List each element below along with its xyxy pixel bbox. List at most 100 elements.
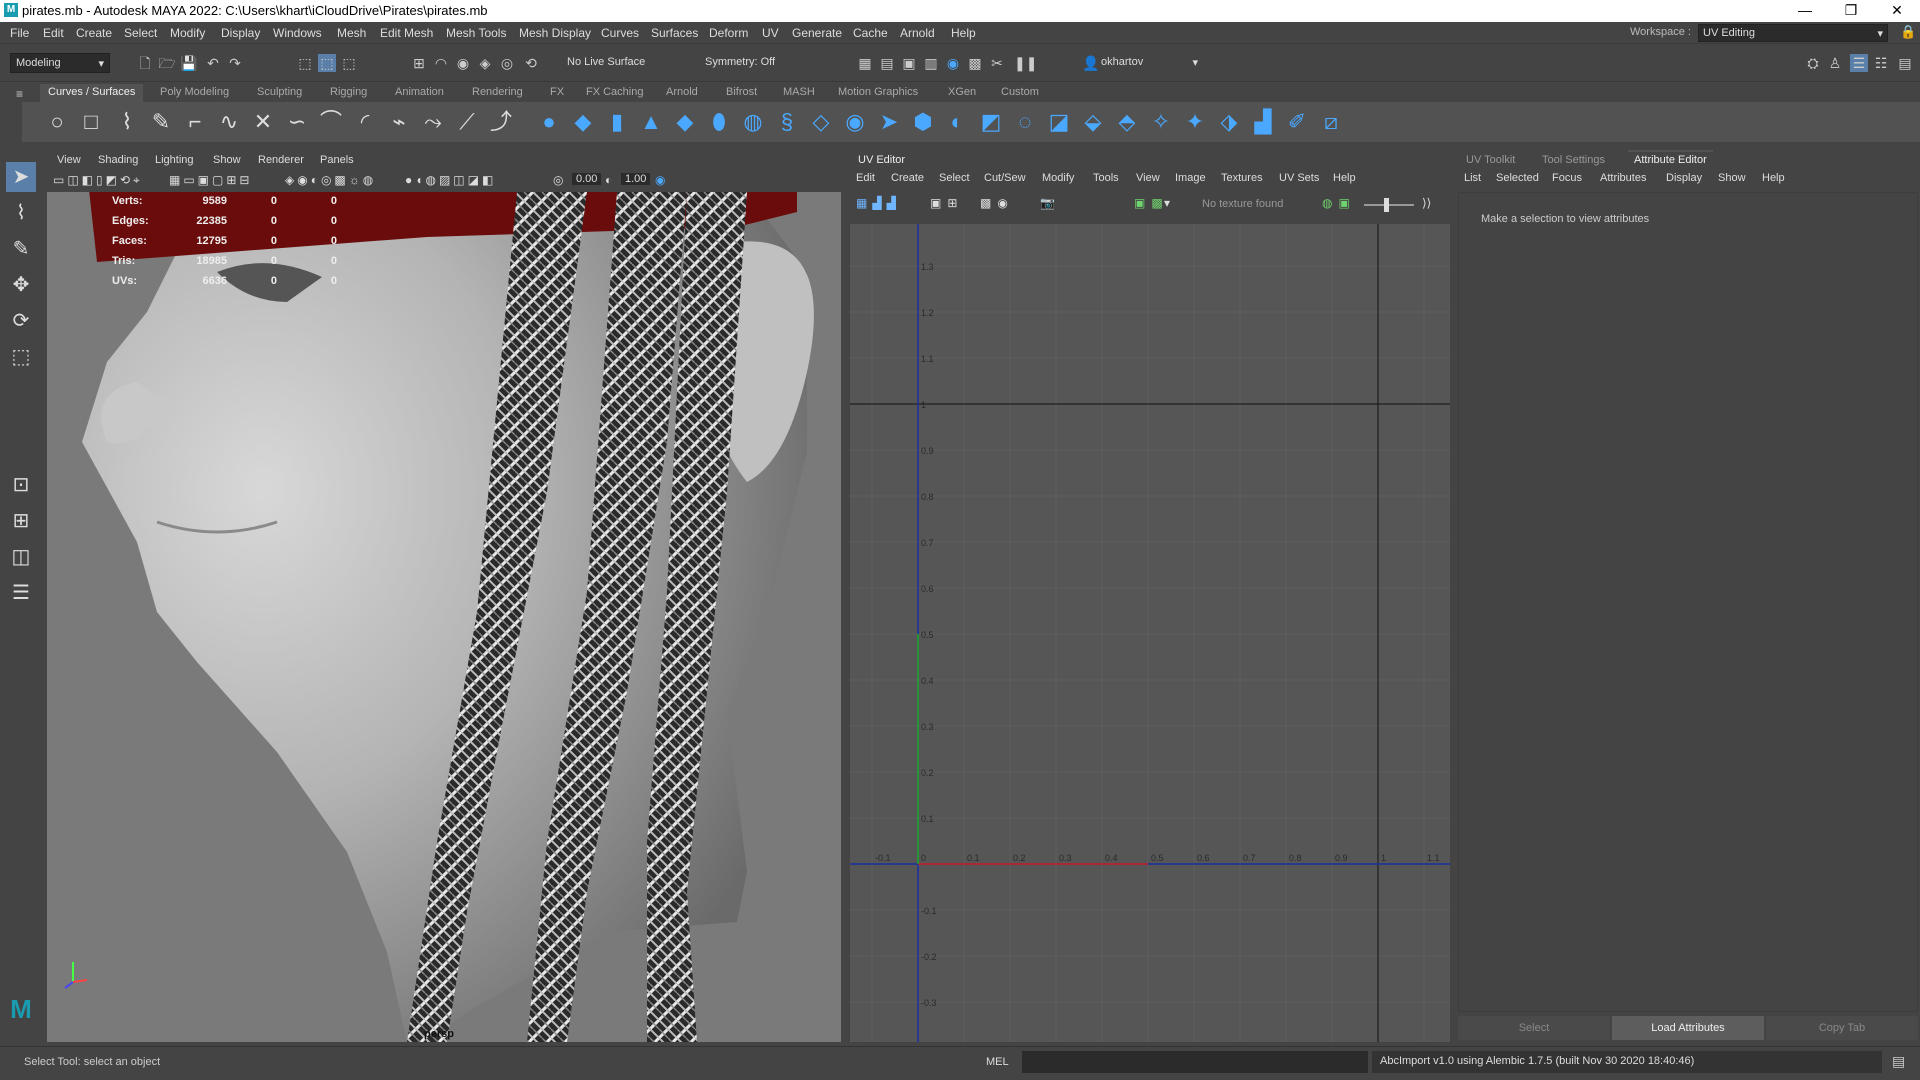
render-view-icon[interactable]: ▥ [922, 54, 940, 72]
curve-intersect-icon[interactable]: ✕ [250, 109, 276, 135]
menu-mesh-tools[interactable]: Mesh Tools [446, 26, 506, 40]
select-tool-icon[interactable]: ➤ [6, 162, 36, 192]
grid-display-icon[interactable]: ▦▭▣▢⊞⊟ [169, 173, 252, 187]
shelf-tab-rendering[interactable]: Rendering [464, 84, 531, 102]
user-dropdown[interactable]: okhartov ▾ [1096, 53, 1200, 73]
uv-menu-edit[interactable]: Edit [856, 172, 875, 184]
viewport-menu-show[interactable]: Show [213, 154, 241, 166]
viewport-panel[interactable]: View Shading Lighting Show Renderer Pane… [47, 152, 841, 1042]
untrim-icon[interactable]: ⬘ [1114, 109, 1140, 135]
human-ik-icon[interactable]: ♙ [1826, 54, 1844, 72]
close-button[interactable]: ✕ [1874, 0, 1920, 22]
exposure-field[interactable]: 0.00 [572, 173, 602, 185]
rebuild-curve-icon[interactable]: ⌁ [386, 109, 412, 135]
snap-surface-icon[interactable]: ◎ [498, 54, 516, 72]
uv-toolbar-more-icon[interactable]: ⟩⟩ [1422, 196, 1431, 210]
menu-cache[interactable]: Cache [853, 26, 888, 40]
align-surface-icon[interactable]: ⬗ [1216, 109, 1242, 135]
trim-tool-icon[interactable]: ⬙ [1080, 109, 1106, 135]
detach-curve-icon[interactable]: ⤴ [488, 109, 514, 135]
uv-menu-view[interactable]: View [1136, 172, 1160, 184]
lock-icon[interactable]: 🔒 [1900, 24, 1916, 40]
shelf-tab-curves-surfaces[interactable]: Curves / Surfaces [40, 84, 144, 102]
cv-curve-icon[interactable]: ⌇ [114, 109, 140, 135]
attr-menu-focus[interactable]: Focus [1552, 172, 1582, 184]
render-sequence-icon[interactable]: ▩ [966, 54, 984, 72]
menu-file[interactable]: File [10, 26, 29, 40]
curve-blend-icon[interactable]: ∽ [284, 109, 310, 135]
perspective-outliner-icon[interactable]: ◫ [6, 542, 36, 572]
intersect-surface-icon[interactable]: ◌ [1012, 109, 1038, 135]
uv-menu-select[interactable]: Select [939, 172, 970, 184]
uv-exposure-slider-handle[interactable] [1384, 198, 1389, 212]
paint-select-icon[interactable]: ✎ [6, 234, 36, 264]
select-component-icon[interactable]: ⬚ [340, 54, 358, 72]
attr-menu-help[interactable]: Help [1762, 172, 1785, 184]
nurbs-cylinder-icon[interactable]: ▮ [604, 109, 630, 135]
uv-menu-cutsew[interactable]: Cut/Sew [984, 172, 1026, 184]
project-curve-icon[interactable]: ◪ [1046, 109, 1072, 135]
ep-curve-icon[interactable]: ⌐ [182, 109, 208, 135]
menu-deform[interactable]: Deform [709, 26, 748, 40]
pause-icon[interactable]: ❚❚ [1014, 54, 1037, 72]
new-scene-icon[interactable]: 🗋 [136, 54, 154, 72]
live-surface-field[interactable]: No Live Surface [562, 53, 672, 73]
extrude-icon[interactable]: ◉ [842, 109, 868, 135]
arc-icon[interactable]: ◜ [352, 109, 378, 135]
lighting-mode-icon[interactable]: ●◖◍▨◫◪◧ [405, 173, 496, 187]
chevron-down-icon[interactable]: ▾ [1164, 196, 1170, 210]
channel-box-icon[interactable]: ▤ [1896, 54, 1914, 72]
uv-snapshot-icon[interactable]: ▩◉ [980, 196, 1014, 210]
attr-menu-selected[interactable]: Selected [1496, 172, 1539, 184]
viewport-menu-lighting[interactable]: Lighting [155, 154, 194, 166]
select-hierarchy-icon[interactable]: ⬚ [296, 54, 314, 72]
script-editor-icon[interactable]: ▤ [1892, 1053, 1905, 1070]
save-scene-icon[interactable]: 💾 [180, 54, 198, 72]
menu-display[interactable]: Display [221, 26, 260, 40]
menu-help[interactable]: Help [951, 26, 976, 40]
attribute-editor-icon[interactable]: ☰ [1850, 54, 1868, 72]
attr-menu-show[interactable]: Show [1718, 172, 1746, 184]
four-view-icon[interactable]: ⊞ [6, 506, 36, 536]
menu-select[interactable]: Select [124, 26, 157, 40]
uv-exposure-slider[interactable] [1364, 204, 1414, 206]
viewport-menu-view[interactable]: View [57, 154, 81, 166]
shelf-tab-fx[interactable]: FX [542, 84, 572, 102]
tool-settings-icon[interactable]: ☷ [1872, 54, 1890, 72]
snap-grid-icon[interactable]: ⊞ [410, 54, 428, 72]
attr-menu-display[interactable]: Display [1666, 172, 1702, 184]
tab-attribute-editor[interactable]: Attribute Editor [1628, 150, 1713, 170]
uv-menu-tools[interactable]: Tools [1093, 172, 1119, 184]
restore-button[interactable]: ❐ [1828, 0, 1874, 22]
workspace-dropdown[interactable]: UV Editing ▾ [1698, 24, 1888, 42]
nurbs-square-icon[interactable]: □ [78, 109, 104, 135]
open-scene-icon[interactable]: 🗁 [158, 54, 176, 72]
extend-curve-icon[interactable]: ⟋ [454, 109, 480, 135]
curve-fillet-icon[interactable]: ⌒ [318, 109, 344, 135]
menu-windows[interactable]: Windows [273, 26, 322, 40]
shelf-tab-bifrost[interactable]: Bifrost [718, 84, 765, 102]
uv-menu-modify[interactable]: Modify [1042, 172, 1074, 184]
symmetry-dropdown[interactable]: Symmetry: Off [700, 53, 805, 73]
detach-surface-icon[interactable]: ✦ [1182, 109, 1208, 135]
script-language-label[interactable]: MEL [986, 1056, 1009, 1068]
select-object-icon[interactable]: ⬚ [318, 54, 336, 72]
render-settings-icon[interactable]: ▦ [856, 54, 874, 72]
boundary-icon[interactable]: ◐ [944, 109, 970, 135]
uv-menu-help[interactable]: Help [1333, 172, 1356, 184]
shelf-tab-custom[interactable]: Custom [993, 84, 1047, 102]
ipr-render-icon[interactable]: ▣ [900, 54, 918, 72]
menuset-dropdown[interactable]: Modeling ▾ [10, 53, 110, 73]
redo-icon[interactable]: ↷ [226, 54, 244, 72]
menu-mesh-display[interactable]: Mesh Display [519, 26, 591, 40]
attr-menu-list[interactable]: List [1464, 172, 1481, 184]
menu-uv[interactable]: UV [762, 26, 779, 40]
rotate-tool-icon[interactable]: ⟳ [6, 306, 36, 336]
birail-icon[interactable]: ➤ [876, 109, 902, 135]
loft-icon[interactable]: § [774, 109, 800, 135]
bevel-plus-icon[interactable]: ⬢ [910, 109, 936, 135]
shelf-tab-xgen[interactable]: XGen [940, 84, 984, 102]
tab-uv-toolkit[interactable]: UV Toolkit [1466, 154, 1515, 166]
nurbs-torus-icon[interactable]: ⬮ [706, 109, 732, 135]
gamma-icon[interactable]: ◐ [605, 173, 612, 187]
